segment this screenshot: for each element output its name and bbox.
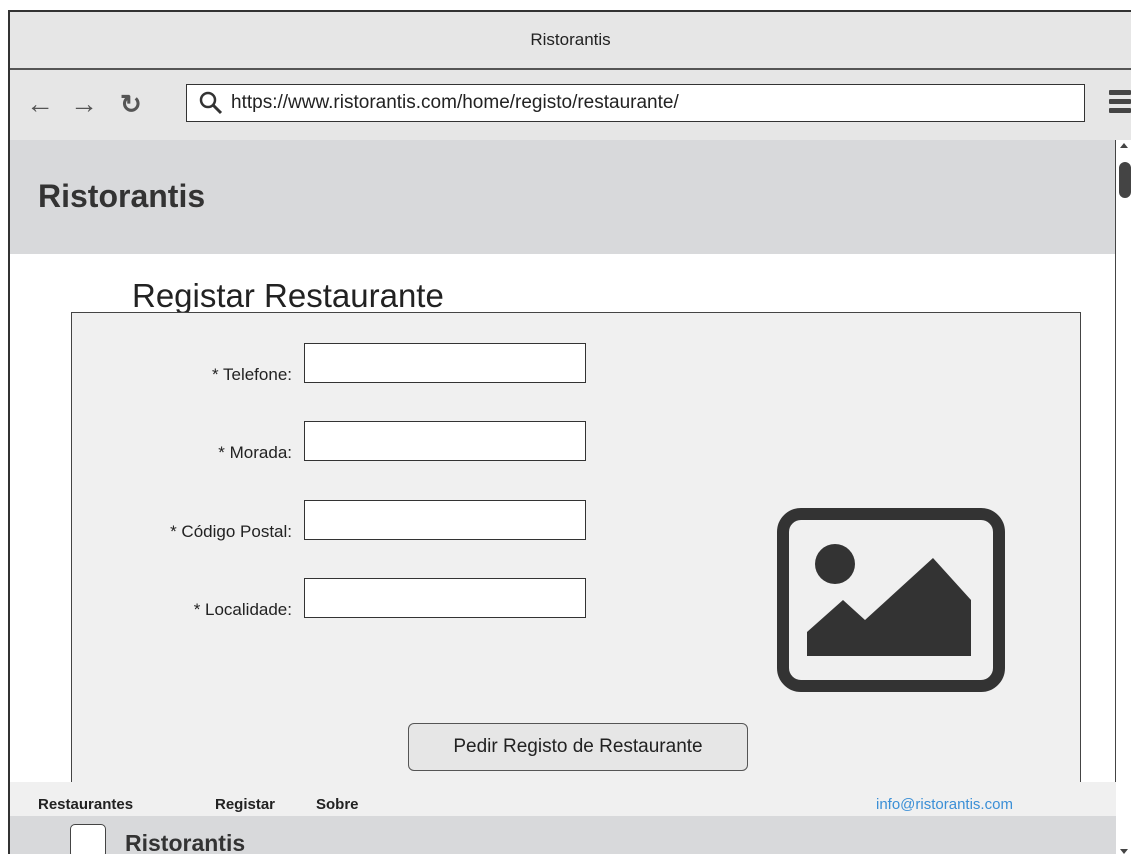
footer-link-sobre[interactable]: Sobre — [316, 796, 359, 813]
hamburger-menu-icon[interactable] — [1109, 90, 1131, 117]
codigo-postal-label: * Código Postal: — [170, 522, 292, 541]
telefone-input[interactable] — [304, 343, 586, 383]
morada-input[interactable] — [304, 421, 586, 461]
footer-link-restaurantes[interactable]: Restaurantes — [38, 796, 133, 813]
localidade-label: * Localidade: — [193, 600, 292, 619]
scroll-down-icon[interactable] — [1120, 849, 1128, 854]
footer-nav: Restaurantes Registar Sobre info@ristora… — [10, 782, 1116, 816]
footer-brand: Ristorantis — [125, 830, 246, 854]
url-bar[interactable]: https://www.ristorantis.com/home/registo… — [186, 84, 1085, 122]
scroll-thumb[interactable] — [1119, 162, 1131, 198]
footer-email-link[interactable]: info@ristorantis.com — [876, 796, 1013, 813]
site-title[interactable]: Ristorantis — [38, 178, 205, 215]
footer-bar: Ristorantis — [10, 816, 1116, 854]
back-icon[interactable]: ← — [26, 88, 54, 120]
image-placeholder-icon — [777, 508, 1005, 697]
page-title: Registar Restaurante — [132, 277, 444, 314]
forward-icon[interactable]: → — [70, 88, 98, 120]
registration-form: * Telefone: * Morada: * Código Postal: *… — [71, 312, 1081, 792]
browser-toolbar: ← → ↻ https://www.ristorantis.com/home/r… — [10, 70, 1131, 140]
footer-link-registar[interactable]: Registar — [215, 796, 275, 813]
codigo-postal-input[interactable] — [304, 500, 586, 540]
vertical-scrollbar[interactable] — [1115, 140, 1131, 854]
footer-checkbox[interactable] — [70, 824, 106, 854]
url-text[interactable]: https://www.ristorantis.com/home/registo… — [231, 92, 679, 114]
scroll-up-icon[interactable] — [1120, 143, 1128, 148]
site-header: Ristorantis — [10, 140, 1116, 254]
submit-registration-button[interactable]: Pedir Registo de Restaurante — [408, 723, 748, 771]
morada-label: * Morada: — [218, 443, 292, 462]
window-titlebar: Ristorantis — [10, 12, 1131, 70]
window-title: Ristorantis — [530, 30, 611, 49]
telefone-label: * Telefone: — [211, 365, 292, 384]
localidade-input[interactable] — [304, 578, 586, 618]
browser-window: Ristorantis ← → ↻ https://www.ristoranti… — [8, 10, 1131, 854]
reload-icon[interactable]: ↻ — [120, 88, 142, 120]
search-icon — [199, 91, 223, 115]
